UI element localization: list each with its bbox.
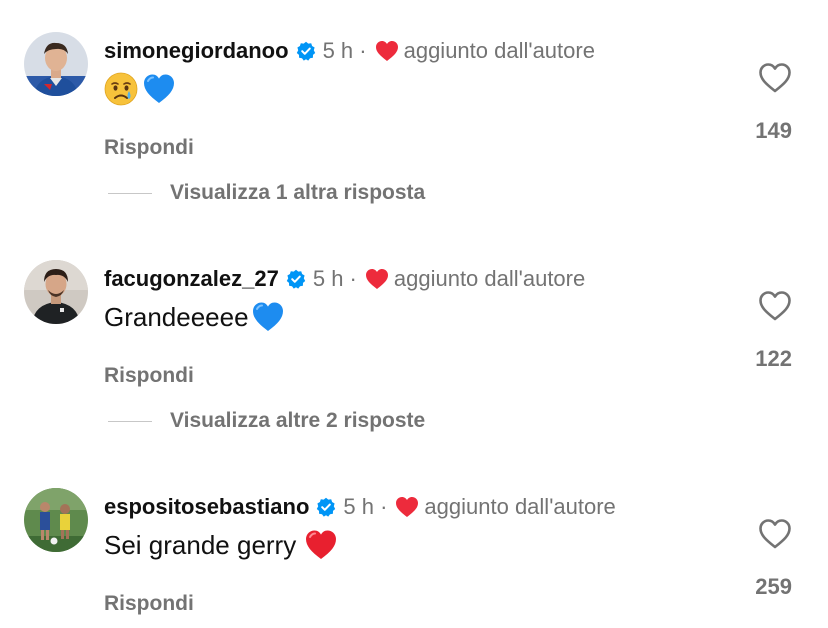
red-heart-icon: [304, 528, 338, 562]
view-replies-label: Visualizza altre 2 risposte: [170, 409, 426, 432]
timestamp: 5 h ·: [322, 38, 367, 63]
avatar[interactable]: [24, 32, 88, 96]
blue-heart-icon: [251, 300, 285, 334]
like-count[interactable]: 122: [722, 346, 792, 372]
added-by-author-label: aggiunto dall'autore: [424, 494, 616, 519]
like-count[interactable]: 149: [722, 118, 792, 144]
comment-text: Sei grande gerry: [104, 528, 338, 562]
avatar[interactable]: [24, 260, 88, 324]
username[interactable]: simonegiordanoo: [104, 38, 289, 64]
verified-badge-icon: [296, 41, 316, 61]
username[interactable]: espositosebastiano: [104, 494, 309, 520]
timestamp: 5 h ·: [312, 266, 357, 291]
verified-badge-icon: [316, 497, 336, 517]
reply-button[interactable]: Rispondi: [104, 364, 194, 388]
like-heart-icon[interactable]: [758, 290, 792, 322]
added-by-author-label: aggiunto dall'autore: [403, 38, 595, 63]
like-heart-icon[interactable]: [758, 518, 792, 550]
view-replies-button[interactable]: Visualizza 1 altra risposta: [108, 181, 425, 205]
crying-face-icon: [104, 72, 138, 106]
author-like-heart-icon: [395, 496, 419, 518]
comment-body: Grandeeeee: [104, 301, 249, 332]
comment-header: facugonzalez_27 5 h · aggiunto dall'auto…: [104, 262, 585, 296]
comment-header: espositosebastiano 5 h · aggiunto dall'a…: [104, 490, 616, 524]
reply-button[interactable]: Rispondi: [104, 136, 194, 160]
comment-item: facugonzalez_27 5 h · aggiunto dall'auto…: [0, 260, 828, 400]
like-heart-icon[interactable]: [758, 62, 792, 94]
author-like-heart-icon: [375, 40, 399, 62]
divider-line: [108, 192, 152, 194]
verified-badge-icon: [286, 269, 306, 289]
username[interactable]: facugonzalez_27: [104, 266, 279, 292]
author-like-heart-icon: [365, 268, 389, 290]
comment-text: Grandeeeee: [104, 300, 285, 334]
comment-text: [104, 72, 176, 106]
comment-body: Sei grande gerry: [104, 529, 297, 560]
divider-line: [108, 420, 152, 422]
reply-button[interactable]: Rispondi: [104, 592, 194, 616]
blue-heart-icon: [142, 72, 176, 106]
avatar[interactable]: [24, 488, 88, 552]
added-by-author-label: aggiunto dall'autore: [393, 266, 586, 291]
comment-header: simonegiordanoo 5 h · aggiunto dall'auto…: [104, 34, 595, 68]
view-replies-button[interactable]: Visualizza altre 2 risposte: [108, 409, 425, 433]
comment-item: espositosebastiano 5 h · aggiunto dall'a…: [0, 488, 828, 628]
view-replies-label: Visualizza 1 altra risposta: [170, 181, 426, 204]
like-count[interactable]: 259: [722, 574, 792, 600]
timestamp: 5 h ·: [343, 494, 388, 519]
comment-item: simonegiordanoo 5 h · aggiunto dall'auto…: [0, 32, 828, 172]
